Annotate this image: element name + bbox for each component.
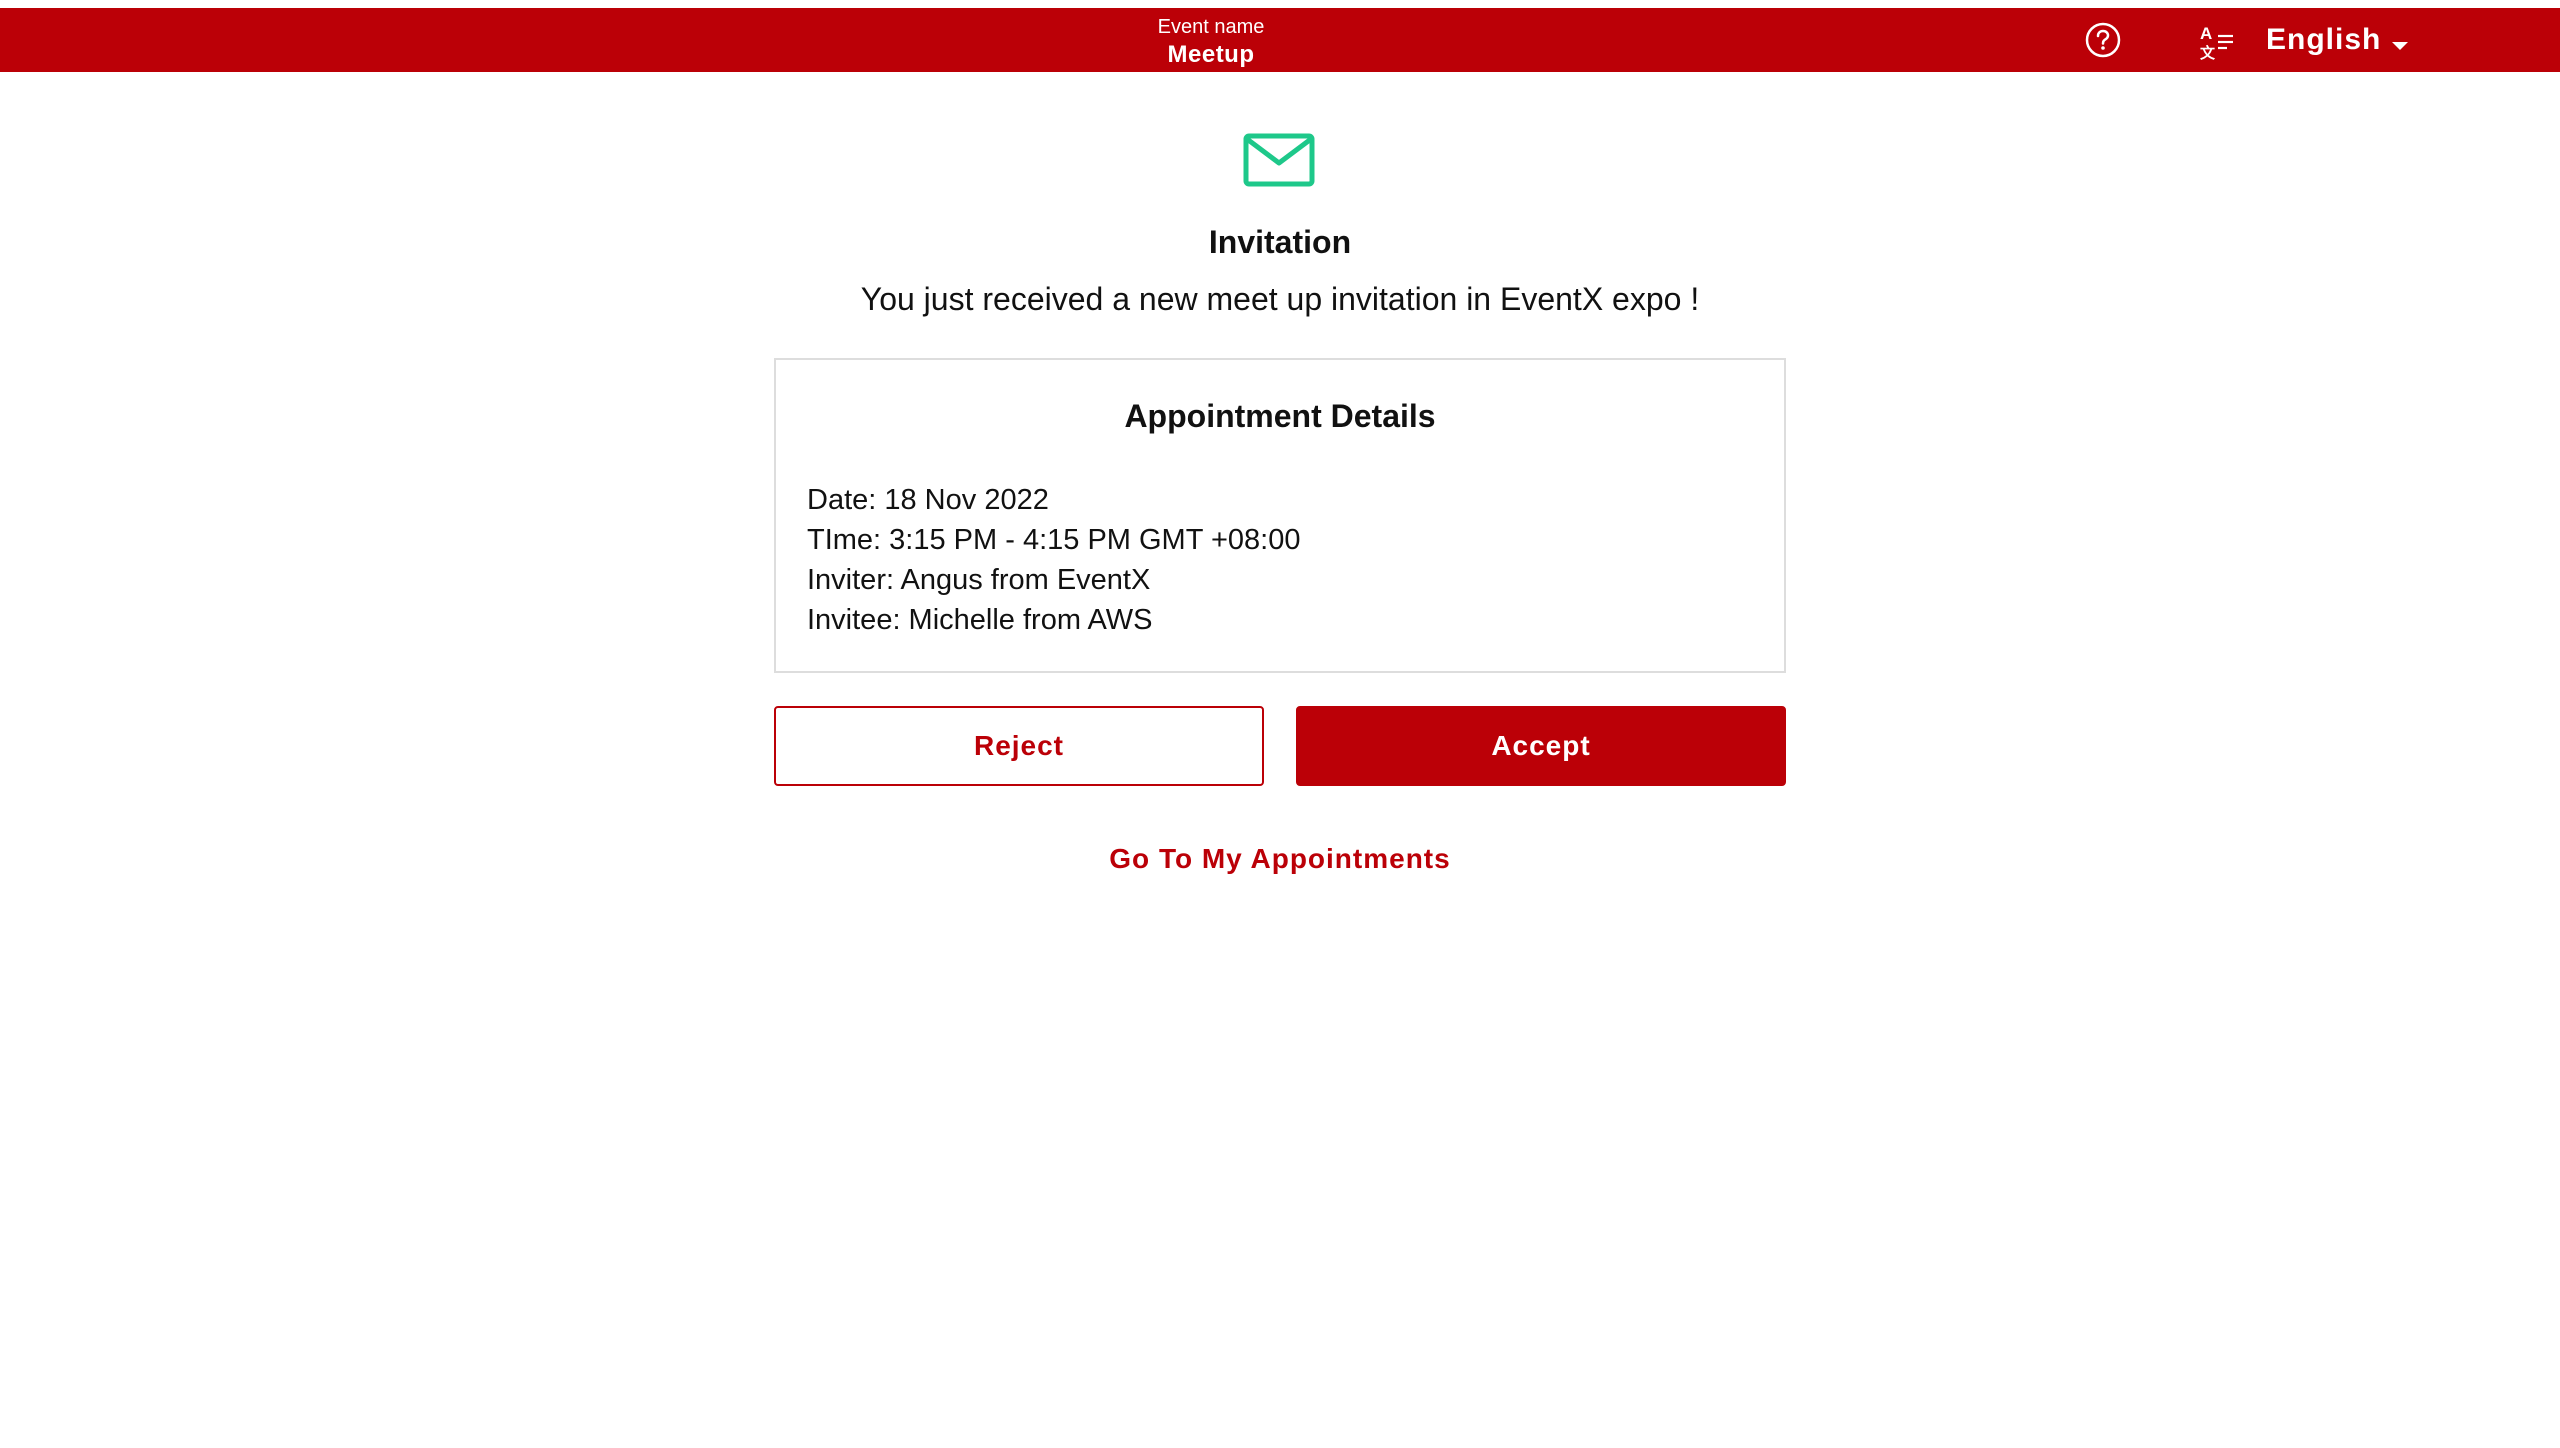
top-bar: Event name Meetup A 文 English bbox=[0, 8, 2560, 72]
event-caption: Event name bbox=[1157, 16, 1265, 38]
appointment-inviter: Inviter: Angus from EventX bbox=[807, 564, 1151, 596]
appointment-details-title: Appointment Details bbox=[1124, 398, 1436, 434]
envelope-icon bbox=[1243, 133, 1315, 187]
appointment-time: TIme: 3:15 PM - 4:15 PM GMT +08:00 bbox=[807, 524, 1301, 556]
reject-button[interactable]: Reject bbox=[774, 706, 1264, 786]
invitation-title: Invitation bbox=[1208, 224, 1352, 260]
translate-icon[interactable]: A 文 bbox=[2196, 22, 2236, 62]
appointment-invitee: Invitee: Michelle from AWS bbox=[807, 604, 1153, 636]
question-circle-icon[interactable] bbox=[2085, 22, 2121, 58]
appointment-date: Date: 18 Nov 2022 bbox=[807, 484, 1049, 516]
language-selector[interactable]: English bbox=[2266, 24, 2381, 56]
go-to-my-appointments-link[interactable]: Go To My Appointments bbox=[1109, 843, 1450, 874]
appointment-details-card: Appointment Details Date: 18 Nov 2022 TI… bbox=[774, 358, 1786, 673]
event-name: Meetup bbox=[1167, 41, 1255, 68]
invitation-message: You just received a new meet up invitati… bbox=[860, 281, 1700, 317]
accept-button[interactable]: Accept bbox=[1296, 706, 1786, 786]
appointments-link-row: Go To My Appointments bbox=[0, 839, 2560, 879]
caret-down-icon[interactable] bbox=[2392, 42, 2408, 50]
svg-text:文: 文 bbox=[2200, 44, 2216, 62]
svg-text:A: A bbox=[2200, 24, 2212, 43]
